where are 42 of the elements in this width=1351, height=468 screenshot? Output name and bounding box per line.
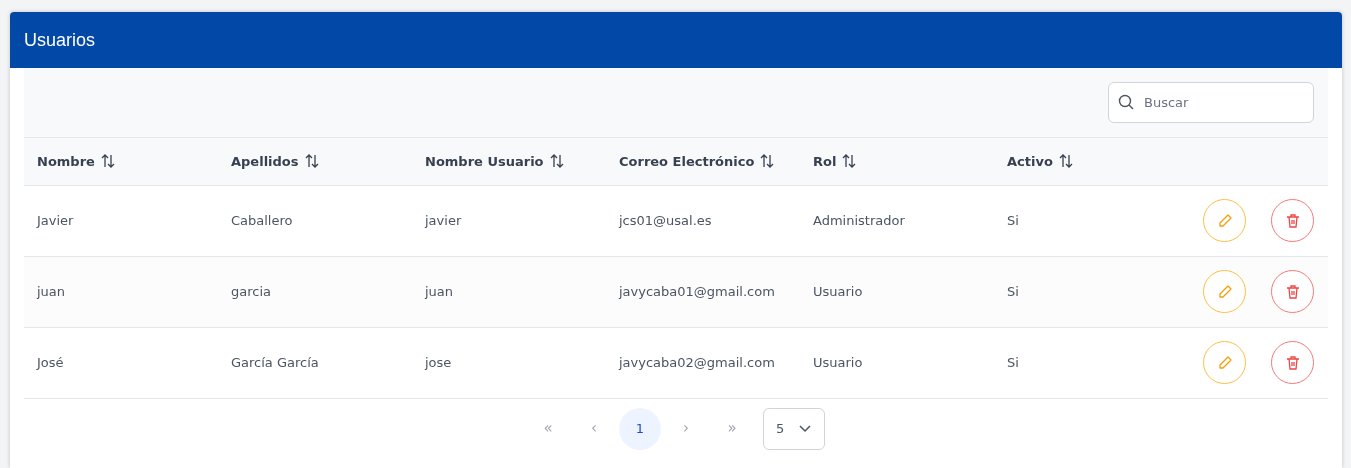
column-header[interactable]: Rol bbox=[813, 153, 837, 169]
sort-icon[interactable] bbox=[760, 153, 775, 168]
sort-icon[interactable] bbox=[100, 153, 115, 168]
sort-icon[interactable] bbox=[842, 153, 857, 168]
table-cell: Javier bbox=[24, 185, 218, 256]
search-field[interactable]: Buscar bbox=[1108, 82, 1314, 123]
table-cell: javycaba02@gmail.com bbox=[606, 327, 800, 398]
table-cell: Si bbox=[994, 327, 1188, 398]
chevron-down-icon bbox=[798, 423, 812, 434]
table-cell: Si bbox=[994, 185, 1188, 256]
table-cell: Usuario bbox=[800, 256, 994, 327]
sort-icon[interactable] bbox=[304, 153, 319, 168]
table-cell: José bbox=[24, 327, 218, 398]
column-header[interactable]: Apellidos bbox=[231, 153, 299, 169]
table-cell: juan bbox=[412, 256, 606, 327]
pencil-icon bbox=[1216, 283, 1233, 300]
table-cell: Si bbox=[994, 256, 1188, 327]
table-cell: javycaba01@gmail.com bbox=[606, 256, 800, 327]
pencil-icon bbox=[1216, 354, 1233, 371]
card-title: Usuarios bbox=[24, 28, 96, 52]
delete-button[interactable] bbox=[1271, 270, 1314, 313]
column-header[interactable]: Activo bbox=[1007, 153, 1053, 169]
sort-icon[interactable] bbox=[1058, 153, 1073, 168]
table-cell: garcia bbox=[218, 256, 412, 327]
delete-button[interactable] bbox=[1271, 199, 1314, 242]
delete-button[interactable] bbox=[1271, 341, 1314, 384]
table-cell: Administrador bbox=[800, 185, 994, 256]
table-cell: García García bbox=[218, 327, 412, 398]
trash-icon bbox=[1284, 212, 1301, 229]
trash-icon bbox=[1284, 354, 1301, 371]
page-button[interactable]: 1 bbox=[619, 407, 661, 450]
table-cell: Usuario bbox=[800, 327, 994, 398]
pencil-icon bbox=[1216, 212, 1233, 229]
table-cell: javier bbox=[412, 185, 606, 256]
table-cell: juan bbox=[24, 256, 218, 327]
sort-icon[interactable] bbox=[549, 153, 564, 168]
trash-icon bbox=[1284, 283, 1301, 300]
column-header[interactable]: Nombre bbox=[37, 153, 95, 169]
table-cell: jose bbox=[412, 327, 606, 398]
page-size-dropdown[interactable]: 5 bbox=[763, 407, 825, 450]
table-cell: jcs01@usal.es bbox=[606, 185, 800, 256]
table-cell: Caballero bbox=[218, 185, 412, 256]
